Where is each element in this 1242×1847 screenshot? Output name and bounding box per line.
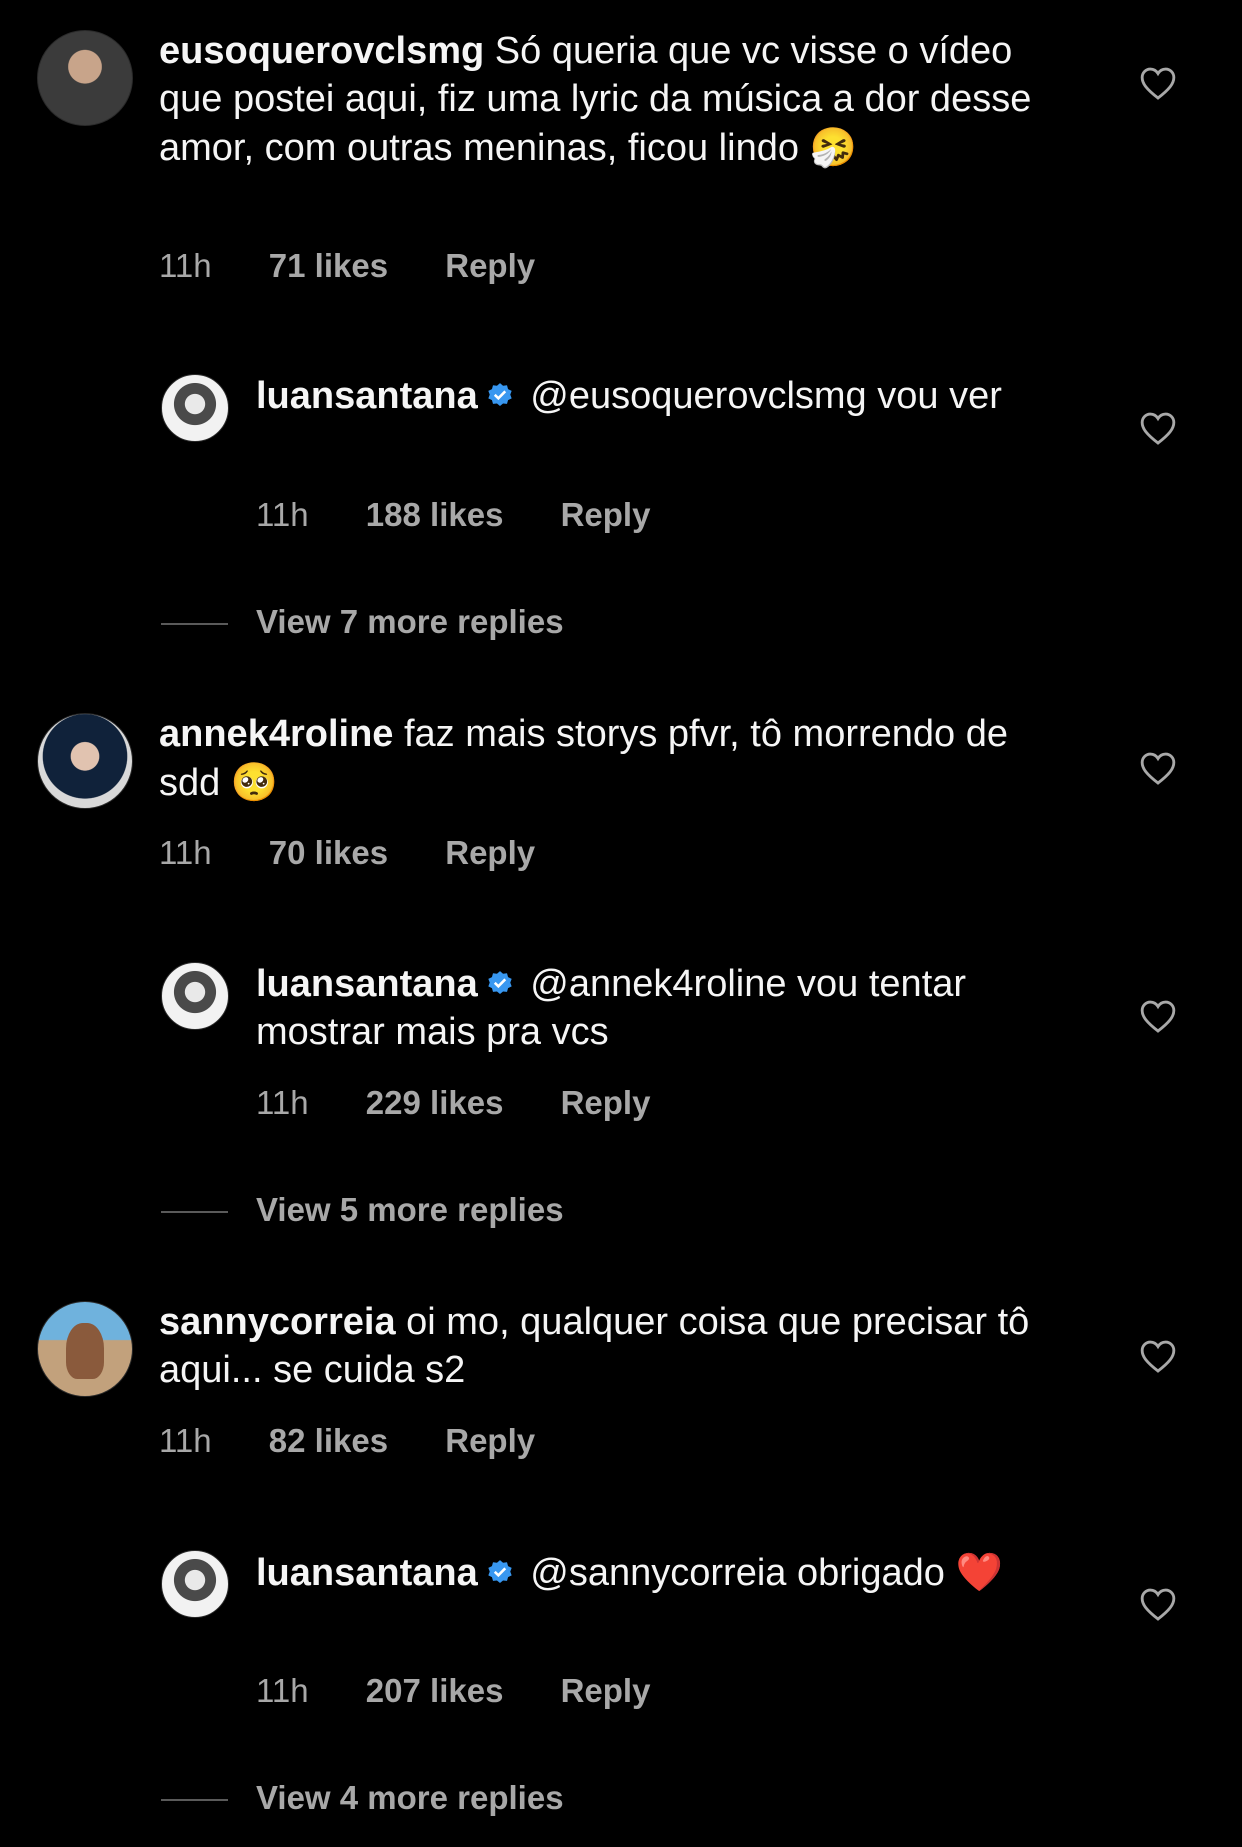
comment: annek4roline faz mais storys pfvr, tô mo… bbox=[159, 710, 1079, 807]
divider-line bbox=[161, 623, 228, 626]
comment-likes[interactable]: 82 likes bbox=[269, 1422, 388, 1460]
reply-comment: luansantana @eusoquerovclsmg vou ver bbox=[256, 372, 1076, 420]
view-more-replies-button[interactable]: View 7 more replies bbox=[161, 603, 564, 641]
like-heart-icon[interactable] bbox=[1139, 410, 1177, 446]
avatar[interactable] bbox=[37, 1301, 133, 1397]
reply-time: 11h bbox=[256, 1084, 309, 1121]
avatar[interactable] bbox=[37, 30, 133, 126]
reply-comment: luansantana @sannycorreia obrigado ❤️ bbox=[256, 1548, 1076, 1597]
reply-time: 11h bbox=[256, 1672, 309, 1709]
comment-likes[interactable]: 70 likes bbox=[269, 834, 388, 872]
verified-badge-icon bbox=[488, 383, 512, 407]
reply-likes[interactable]: 207 likes bbox=[366, 1672, 504, 1710]
comment-username[interactable]: eusoquerovclsmg bbox=[159, 30, 484, 72]
avatar[interactable] bbox=[161, 1550, 229, 1618]
view-more-label: View 7 more replies bbox=[256, 603, 564, 640]
reply-comment: luansantana @annek4roline vou tentar mos… bbox=[256, 960, 1076, 1056]
reply-body: @eusoquerovclsmg vou ver bbox=[530, 375, 1002, 417]
reply-button[interactable]: Reply bbox=[445, 834, 535, 872]
reply-button[interactable]: Reply bbox=[445, 247, 535, 285]
divider-line bbox=[161, 1799, 228, 1802]
reply-username[interactable]: luansantana bbox=[256, 963, 478, 1005]
comment: eusoquerovclsmg Só queria que vc visse o… bbox=[159, 27, 1079, 172]
view-more-label: View 4 more replies bbox=[256, 1779, 564, 1816]
reply-likes[interactable]: 229 likes bbox=[366, 1084, 504, 1122]
avatar[interactable] bbox=[37, 713, 133, 809]
comment-username[interactable]: sannycorreia bbox=[159, 1301, 396, 1343]
reply-likes[interactable]: 188 likes bbox=[366, 496, 504, 534]
comment-meta: 11h 70 likes Reply bbox=[159, 834, 535, 872]
comment-username[interactable]: annek4roline bbox=[159, 713, 393, 755]
like-heart-icon[interactable] bbox=[1139, 1586, 1177, 1622]
view-more-label: View 5 more replies bbox=[256, 1191, 564, 1228]
view-more-replies-button[interactable]: View 4 more replies bbox=[161, 1779, 564, 1817]
like-heart-icon[interactable] bbox=[1139, 1338, 1177, 1374]
divider-line bbox=[161, 1211, 228, 1214]
reply-body: @sannycorreia obrigado bbox=[530, 1552, 945, 1594]
avatar[interactable] bbox=[161, 374, 229, 442]
comment-meta: 11h 82 likes Reply bbox=[159, 1422, 535, 1460]
reply-meta: 11h 229 likes Reply bbox=[256, 1084, 650, 1122]
reply-meta: 11h 207 likes Reply bbox=[256, 1672, 650, 1710]
sneezing-face-emoji: 🤧 bbox=[809, 125, 857, 169]
comment-likes[interactable]: 71 likes bbox=[269, 247, 388, 285]
comment-time: 11h bbox=[159, 247, 212, 284]
avatar[interactable] bbox=[161, 962, 229, 1030]
like-heart-icon[interactable] bbox=[1139, 750, 1177, 786]
comment: sannycorreia oi mo, qualquer coisa que p… bbox=[159, 1298, 1079, 1394]
reply-button[interactable]: Reply bbox=[561, 1672, 651, 1710]
view-more-replies-button[interactable]: View 5 more replies bbox=[161, 1191, 564, 1229]
reply-username[interactable]: luansantana bbox=[256, 375, 478, 417]
reply-button[interactable]: Reply bbox=[445, 1422, 535, 1460]
reply-meta: 11h 188 likes Reply bbox=[256, 496, 650, 534]
comment-time: 11h bbox=[159, 834, 212, 871]
reply-button[interactable]: Reply bbox=[561, 496, 651, 534]
reply-button[interactable]: Reply bbox=[561, 1084, 651, 1122]
reply-username[interactable]: luansantana bbox=[256, 1552, 478, 1594]
like-heart-icon[interactable] bbox=[1139, 65, 1177, 101]
pleading-face-emoji: 🥺 bbox=[230, 760, 279, 804]
like-heart-icon[interactable] bbox=[1139, 998, 1177, 1034]
verified-badge-icon bbox=[488, 971, 512, 995]
verified-badge-icon bbox=[488, 1560, 512, 1584]
reply-time: 11h bbox=[256, 496, 309, 533]
comment-time: 11h bbox=[159, 1422, 212, 1459]
red-heart-emoji: ❤️ bbox=[955, 1550, 1003, 1594]
comment-meta: 11h 71 likes Reply bbox=[159, 247, 535, 285]
